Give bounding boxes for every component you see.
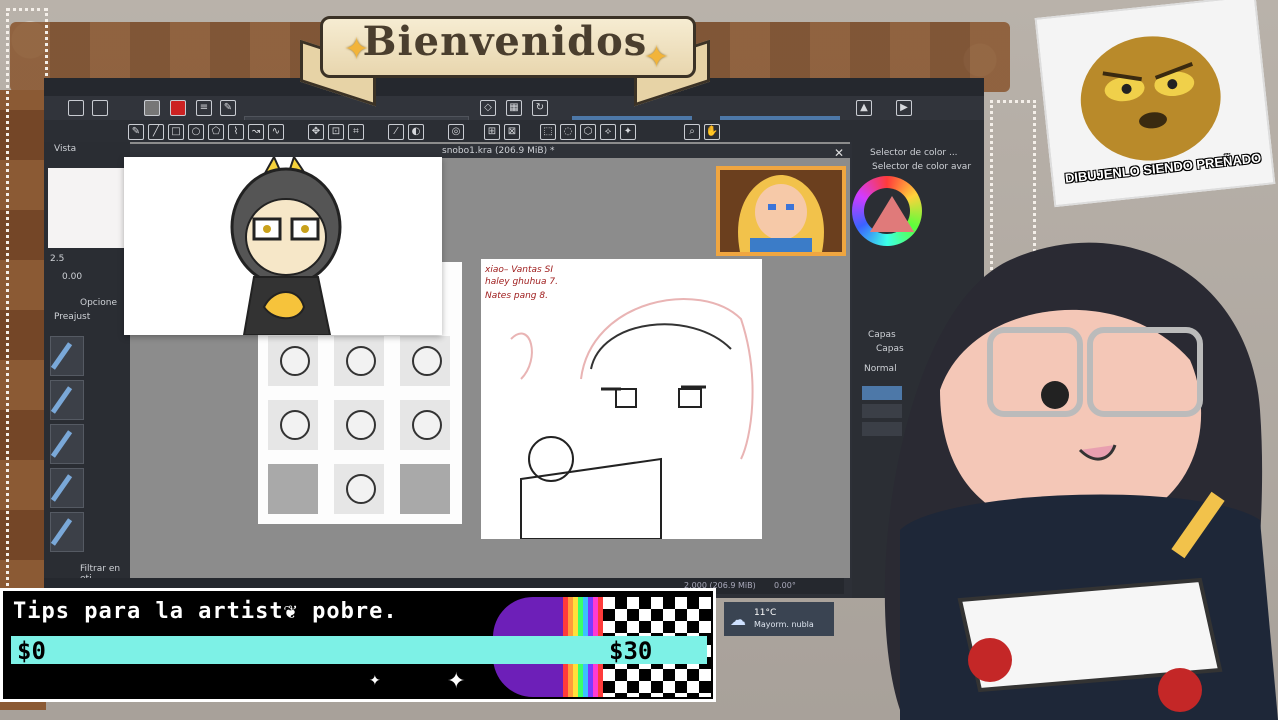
polyline-tool-icon[interactable]: ⌇ xyxy=(228,124,244,140)
cloud-icon: ☁ xyxy=(730,610,746,629)
freehand-path-icon[interactable]: ∿ xyxy=(268,124,284,140)
face-sketch xyxy=(412,410,442,440)
magic-wand-icon[interactable]: ✦ xyxy=(620,124,636,140)
face-sketch xyxy=(346,474,376,504)
face-sketch xyxy=(412,346,442,376)
color-selector-title: Selector de color ... xyxy=(870,148,958,158)
face-sketch xyxy=(280,410,310,440)
star-icon: ✦ xyxy=(344,32,370,67)
rectangle-tool-icon[interactable]: □ xyxy=(168,124,184,140)
streamer-avatar xyxy=(884,242,1278,720)
ellipse-select-icon[interactable]: ◌ xyxy=(560,124,576,140)
weather-desc: Mayorm. nubla xyxy=(754,620,814,629)
tip-goal-amount: $30 xyxy=(609,637,653,665)
assistant-tool-icon[interactable]: ⊞ xyxy=(484,124,500,140)
zoom-tool-icon[interactable]: ⌕ xyxy=(684,124,700,140)
color-swatch-icon[interactable] xyxy=(170,100,186,116)
tip-title: Tips para la artist❦ pobre. xyxy=(13,599,398,624)
brush-preset-4[interactable] xyxy=(50,468,84,508)
reference-expression xyxy=(268,400,318,450)
brush-preset-3[interactable] xyxy=(50,424,84,464)
brush-preset-5[interactable] xyxy=(50,512,84,552)
brush-preset-1[interactable] xyxy=(50,336,84,376)
transform-tool-icon[interactable]: ⊡ xyxy=(328,124,344,140)
overview-thumbnail[interactable] xyxy=(48,168,128,248)
pan-tool-icon[interactable]: ✋ xyxy=(704,124,720,140)
eyedropper-icon[interactable]: ⁄ xyxy=(388,124,404,140)
rotation-status: 0.00° xyxy=(774,581,796,590)
close-icon[interactable]: ✕ xyxy=(834,146,844,160)
portrait-art xyxy=(720,170,842,252)
pixel-portrait xyxy=(716,166,846,256)
reference-expression xyxy=(334,464,384,514)
meme-image: DIBUJENLO SIENDO PREÑADO xyxy=(1034,0,1276,208)
document-tab[interactable]: snobo1.kra (206.9 MiB) * xyxy=(130,144,850,158)
crop-tool-icon[interactable]: ⌗ xyxy=(348,124,364,140)
move-tool-icon[interactable]: ✥ xyxy=(308,124,324,140)
face-sketch xyxy=(346,346,376,376)
reference-expression xyxy=(400,336,450,386)
reference-expression xyxy=(334,336,384,386)
character-popup xyxy=(124,157,442,335)
sketch-drawing xyxy=(510,298,754,539)
line-tool-icon[interactable]: ╱ xyxy=(148,124,164,140)
sparkle-icon: ✦ xyxy=(369,673,381,689)
zoom-value[interactable]: 2.5 xyxy=(50,254,64,264)
character-art xyxy=(124,157,442,335)
rect-select-icon[interactable]: ⬚ xyxy=(540,124,556,140)
presets-label: Preajust xyxy=(54,312,91,322)
grid-tool-icon[interactable]: ⊠ xyxy=(504,124,520,140)
sparkle-icon: ✦ xyxy=(447,669,466,694)
bezier-tool-icon[interactable]: ↝ xyxy=(248,124,264,140)
ellipse-tool-icon[interactable]: ○ xyxy=(188,124,204,140)
freehand-select-icon[interactable]: ⟡ xyxy=(600,124,616,140)
brush-preset-2[interactable] xyxy=(50,380,84,420)
banner-title: Bienvenidos xyxy=(362,18,648,65)
measure-tool-icon[interactable]: ◎ xyxy=(448,124,464,140)
drawing-canvas[interactable]: xiao– Vantas SI haley ghuhua 7. Nates pa… xyxy=(481,259,762,539)
reference-expression xyxy=(334,400,384,450)
preview-title: Vista xyxy=(54,144,77,154)
reference-expression xyxy=(400,400,450,450)
face-sketch xyxy=(280,346,310,376)
weather-temp: 11°C xyxy=(754,608,777,618)
mirror-icon[interactable]: ▲ xyxy=(856,100,872,116)
save-icon[interactable] xyxy=(92,100,108,116)
polygon-tool-icon[interactable]: ⬠ xyxy=(208,124,224,140)
brush-settings-icon[interactable]: ≡ xyxy=(196,100,212,116)
tip-current-amount: $0 xyxy=(17,637,46,665)
reference-blank xyxy=(268,464,318,514)
options-label[interactable]: Opcione xyxy=(80,298,117,308)
gradient-icon[interactable] xyxy=(144,100,160,116)
tip-goal-widget: Tips para la artist❦ pobre. $0 $30 ✦ ✦ xyxy=(0,588,716,702)
fill-tool-icon[interactable]: ◐ xyxy=(408,124,424,140)
reference-blank xyxy=(400,464,450,514)
face-sketch xyxy=(346,410,376,440)
polygon-select-icon[interactable]: ⬡ xyxy=(580,124,596,140)
freehand-brush-icon[interactable]: ✎ xyxy=(128,124,144,140)
reference-expression xyxy=(268,336,318,386)
color-selector-subtitle: Selector de color avar xyxy=(872,162,972,172)
star-icon: ✦ xyxy=(644,40,670,75)
tools-toolbar: ✎ ╱ □ ○ ⬠ ⌇ ↝ ∿ ✥ ⊡ ⌗ ⁄ ◐ ◎ ⊞ ⊠ ⬚ ◌ ⬡ ⟡ … xyxy=(44,120,984,142)
welcome-banner: Bienvenidos ✦ ✦ xyxy=(300,2,710,107)
rotation-value[interactable]: 0.00 xyxy=(62,272,82,282)
tip-progress-fill xyxy=(11,636,707,664)
weather-widget: ☁ 11°C Mayorm. nubla xyxy=(724,602,834,636)
folder-icon[interactable] xyxy=(68,100,84,116)
brush-preset-icon[interactable]: ✎ xyxy=(220,100,236,116)
play-icon[interactable]: ▶ xyxy=(896,100,912,116)
